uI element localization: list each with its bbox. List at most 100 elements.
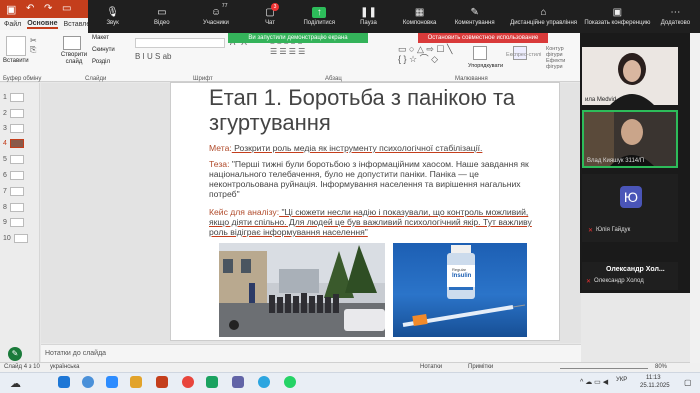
zoom-remote-control-button[interactable]: ⌂ Дистанційне управління (503, 7, 584, 26)
zoom-show-conference-label: Показать конференцию (584, 20, 651, 26)
notification-icon[interactable]: ▢ (684, 378, 692, 387)
express-styles-button[interactable]: Експрес-стилі (506, 52, 541, 58)
stop-share-button[interactable]: Остановить совместное использование (418, 33, 548, 43)
vertical-scrollbar[interactable] (690, 33, 700, 363)
arrange-button[interactable]: Упорядкувати (468, 63, 503, 69)
tab-file[interactable]: Файл (4, 21, 21, 28)
file-explorer-icon[interactable] (130, 376, 142, 388)
zoom-chat-button[interactable]: ▢ 3 Чат (245, 3, 294, 26)
language-status[interactable]: українська (50, 364, 80, 370)
zoom-video-button[interactable]: ▭ Відео (137, 7, 186, 26)
zoom-share-button[interactable]: ↑ Поділитися (295, 7, 344, 26)
conference-icon: ▣ (612, 7, 623, 18)
participant-video-2[interactable]: Влад Кияшук 3114/П (582, 110, 678, 168)
zoom-audio-button[interactable]: 🎙︎ Звук (88, 7, 137, 26)
shape-outline-button[interactable]: Контур фігури (546, 46, 580, 58)
font-name-field[interactable] (135, 38, 225, 48)
shapes-gallery[interactable]: ▭ ○ △ ⇨ ☐ ╲{ } ☆ ⌒ ◇ (398, 44, 468, 66)
telegram-icon[interactable] (258, 376, 270, 388)
thumbnail-number: 6 (3, 171, 7, 179)
notes-placeholder: Нотатки до слайда (45, 350, 107, 357)
thumbnail-number: 5 (3, 155, 7, 163)
shape-effects-button[interactable]: Ефекти фігури (546, 58, 580, 70)
status-bar: Слайд 4 з 10 українська Нотатки Примітки… (0, 362, 700, 372)
zoom-pause-button[interactable]: ❚❚ Пауза (344, 7, 393, 26)
thumbnail-3[interactable]: 3 (3, 121, 37, 135)
slideshow-icon[interactable]: ▭ (62, 3, 71, 14)
thumbnail-2[interactable]: 2 (3, 106, 37, 120)
zoom-level[interactable]: 80% (655, 364, 667, 370)
tray-time[interactable]: 11:13 (646, 375, 661, 381)
zoom-slider[interactable] (560, 368, 648, 369)
font-format-buttons[interactable]: B I U S ab (135, 52, 225, 62)
thumbnail-7[interactable]: 7 (3, 184, 37, 198)
thumbnail-preview (9, 170, 24, 180)
search-icon[interactable] (82, 376, 94, 388)
chrome-icon[interactable] (182, 376, 194, 388)
tab-home[interactable]: Основне (27, 20, 58, 29)
share-notice-text: Ви запустили демонстрацію екрана (248, 35, 348, 41)
thumbnail-number: 2 (3, 109, 7, 117)
slide-case[interactable]: Кейс для аналізу: "Ці сюжети несли надію… (209, 207, 549, 237)
slide-goal[interactable]: Мета: Розкрити роль медіа як інструменту… (209, 143, 549, 153)
notes-pane[interactable]: Нотатки до слайда (41, 344, 581, 362)
reset-button[interactable]: Скинути (92, 47, 115, 53)
thumbnail-10[interactable]: 10 (3, 231, 37, 245)
thumbnail-preview (9, 138, 24, 148)
save-icon[interactable]: ▣ (6, 3, 16, 16)
zoom-audio-label: Звук (106, 20, 119, 26)
zoom-show-conference-button[interactable]: ▣ Показать конференцию (584, 7, 651, 26)
weather-icon[interactable]: ☁ (10, 377, 21, 390)
zoom-app-icon[interactable] (106, 376, 118, 388)
new-slide-button[interactable]: Створити слайд (58, 52, 90, 66)
tray-language[interactable]: УКР (616, 377, 627, 383)
thumbnail-1[interactable]: 1 (3, 90, 37, 104)
thesis-text: "Перші тижні були боротьбою з інформацій… (209, 159, 529, 199)
clipboard-icons[interactable]: ✂ ⎘ (30, 36, 37, 55)
powerpoint-icon[interactable] (156, 376, 168, 388)
zoom-annotate-button[interactable]: ✎ Коментування (446, 7, 503, 26)
thumbnail-4[interactable]: 4 (3, 136, 37, 150)
whatsapp-icon[interactable] (284, 376, 296, 388)
participant-5-name: Олександр Холод (594, 278, 644, 284)
new-slide-icon[interactable] (63, 36, 81, 50)
teams-icon[interactable] (232, 376, 244, 388)
participant-tile-3[interactable]: Ю ✕ Юлія Гайдук (582, 174, 678, 242)
insulin-photo[interactable]: Regular Insulin (393, 243, 527, 337)
arrange-icon[interactable] (473, 46, 487, 60)
stop-share-text: Остановить совместное использование (427, 35, 539, 41)
windows-taskbar: ☁ ▢ УКР 11:13 25.11.2025 ^ ☁ ▭ ◀ (0, 372, 700, 393)
zoom-pause-label: Пауза (360, 20, 377, 26)
insulin-label-regular: Regular (452, 267, 467, 272)
slide-thesis[interactable]: Теза: "Перші тижні були боротьбою з інфо… (209, 159, 549, 199)
thumbnail-5[interactable]: 5 (3, 152, 37, 166)
paste-icon[interactable] (6, 36, 26, 56)
notes-toggle[interactable]: Нотатки (420, 364, 442, 370)
thumbnail-9[interactable]: 9 (3, 215, 37, 229)
tray-date[interactable]: 25.11.2025 (640, 383, 670, 389)
participant-tile-4[interactable]: Олександр Хол... ✕ Олександр Холод (582, 262, 678, 290)
slide-title[interactable]: Етап 1. Боротьба з панікою та згуртуванн… (209, 85, 549, 135)
pen-tool-icon[interactable]: ✎ (8, 347, 22, 361)
layout-icon: ▦ (414, 7, 425, 18)
comments-toggle[interactable]: Примітки (468, 364, 493, 370)
goal-label: Мета: (209, 143, 232, 153)
zoom-share-label: Поділитися (303, 20, 336, 26)
layout-button[interactable]: Макет (92, 35, 109, 41)
thumbnail-6[interactable]: 6 (3, 168, 37, 182)
windows-start-icon[interactable] (58, 376, 70, 388)
section-button[interactable]: Розділ (92, 59, 110, 65)
redo-icon[interactable]: ↷ (44, 3, 52, 14)
current-slide[interactable]: Етап 1. Боротьба з панікою та згуртуванн… (170, 82, 560, 341)
zoom-more-button[interactable]: ⋯ Додатково (651, 7, 700, 26)
participants-icon: ☺ 77 (210, 3, 228, 18)
crowd-photo[interactable] (219, 243, 385, 337)
tray-icons[interactable]: ^ ☁ ▭ ◀ (580, 378, 608, 386)
undo-icon[interactable]: ↶ (26, 3, 34, 14)
paste-button[interactable]: Вставити (3, 58, 29, 64)
zoom-participants-button[interactable]: ☺ 77 Учасники (186, 3, 245, 26)
thumbnail-8[interactable]: 8 (3, 200, 37, 214)
participant-video-1[interactable]: ила Medvid (582, 47, 678, 105)
excel-icon[interactable] (206, 376, 218, 388)
zoom-layout-button[interactable]: ▦ Компоновка (393, 7, 446, 26)
